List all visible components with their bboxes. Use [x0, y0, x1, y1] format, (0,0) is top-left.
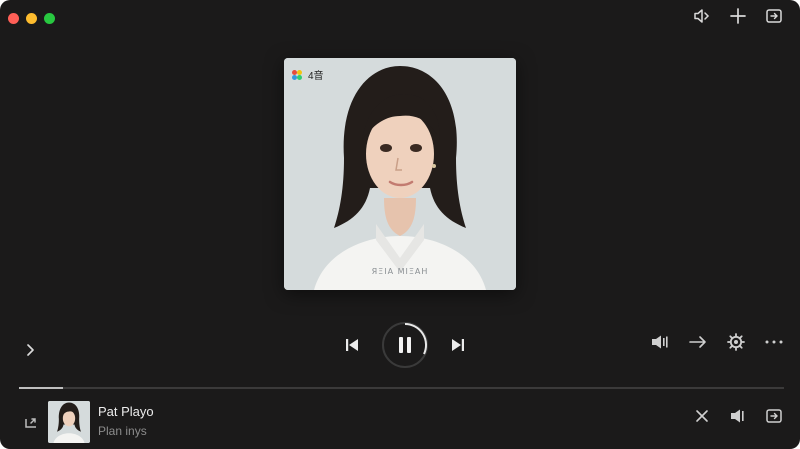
volume-icon — [731, 409, 744, 423]
volume-button[interactable] — [648, 330, 672, 354]
arrow-right-icon — [689, 336, 706, 348]
picture-in-picture-button[interactable] — [762, 4, 786, 28]
mini-volume-button[interactable] — [726, 404, 750, 428]
close-player-button[interactable] — [690, 404, 714, 428]
top-toolbar — [690, 4, 786, 28]
progress-bar-fill — [19, 387, 63, 389]
thumbnail-portrait-image — [48, 401, 90, 443]
pinwheel-icon — [292, 69, 302, 80]
window-controls — [8, 13, 55, 24]
album-artwork[interactable]: 4音 ЯΞIΑ ΜΙΞΑΗ — [284, 58, 516, 290]
mini-picture-in-picture-button[interactable] — [762, 404, 786, 428]
more-button[interactable] — [762, 330, 786, 354]
plus-icon — [730, 8, 746, 24]
close-window-button[interactable] — [8, 13, 19, 24]
playback-progress-ring — [404, 322, 427, 355]
artwork-badge-label: 4音 — [308, 71, 324, 82]
next-track-icon — [452, 339, 464, 351]
artwork-caption: ЯΞIΑ ΜΙΞΑΗ — [371, 267, 429, 276]
track-title[interactable]: Pat Playo — [98, 404, 154, 419]
close-icon — [696, 410, 708, 422]
now-playing-bar: Pat Playo Plan inys — [0, 390, 800, 449]
secondary-controls — [648, 330, 786, 354]
previous-track-icon — [346, 339, 358, 351]
picture-in-picture-icon — [766, 409, 782, 423]
track-subtitle[interactable]: Plan inys — [98, 424, 147, 438]
minimize-window-button[interactable] — [26, 13, 37, 24]
next-track-button[interactable] — [446, 333, 470, 357]
chevron-right-icon — [27, 344, 34, 356]
forward-button[interactable] — [686, 330, 710, 354]
add-button[interactable] — [726, 4, 750, 28]
volume-icon — [652, 335, 668, 349]
settings-button[interactable] — [724, 330, 748, 354]
speaker-icon — [694, 9, 710, 23]
pause-button[interactable] — [382, 322, 428, 368]
portrait-image — [284, 58, 516, 290]
share-icon — [25, 418, 36, 428]
player-window: 4音 ЯΞIΑ ΜΙΞΑΗ Pat Playo Plan inys — [0, 0, 800, 449]
picture-in-picture-icon — [766, 9, 782, 23]
previous-track-button[interactable] — [340, 333, 364, 357]
artwork-badge: 4音 — [291, 67, 324, 82]
transport-controls — [340, 322, 470, 368]
more-icon — [765, 340, 783, 344]
now-playing-thumbnail[interactable] — [48, 401, 90, 443]
gear-icon — [727, 333, 745, 351]
expand-button[interactable] — [18, 338, 42, 362]
maximize-window-button[interactable] — [44, 13, 55, 24]
speaker-button[interactable] — [690, 4, 714, 28]
now-playing-actions — [690, 404, 786, 428]
progress-bar[interactable] — [19, 387, 784, 389]
share-button[interactable] — [19, 410, 43, 434]
